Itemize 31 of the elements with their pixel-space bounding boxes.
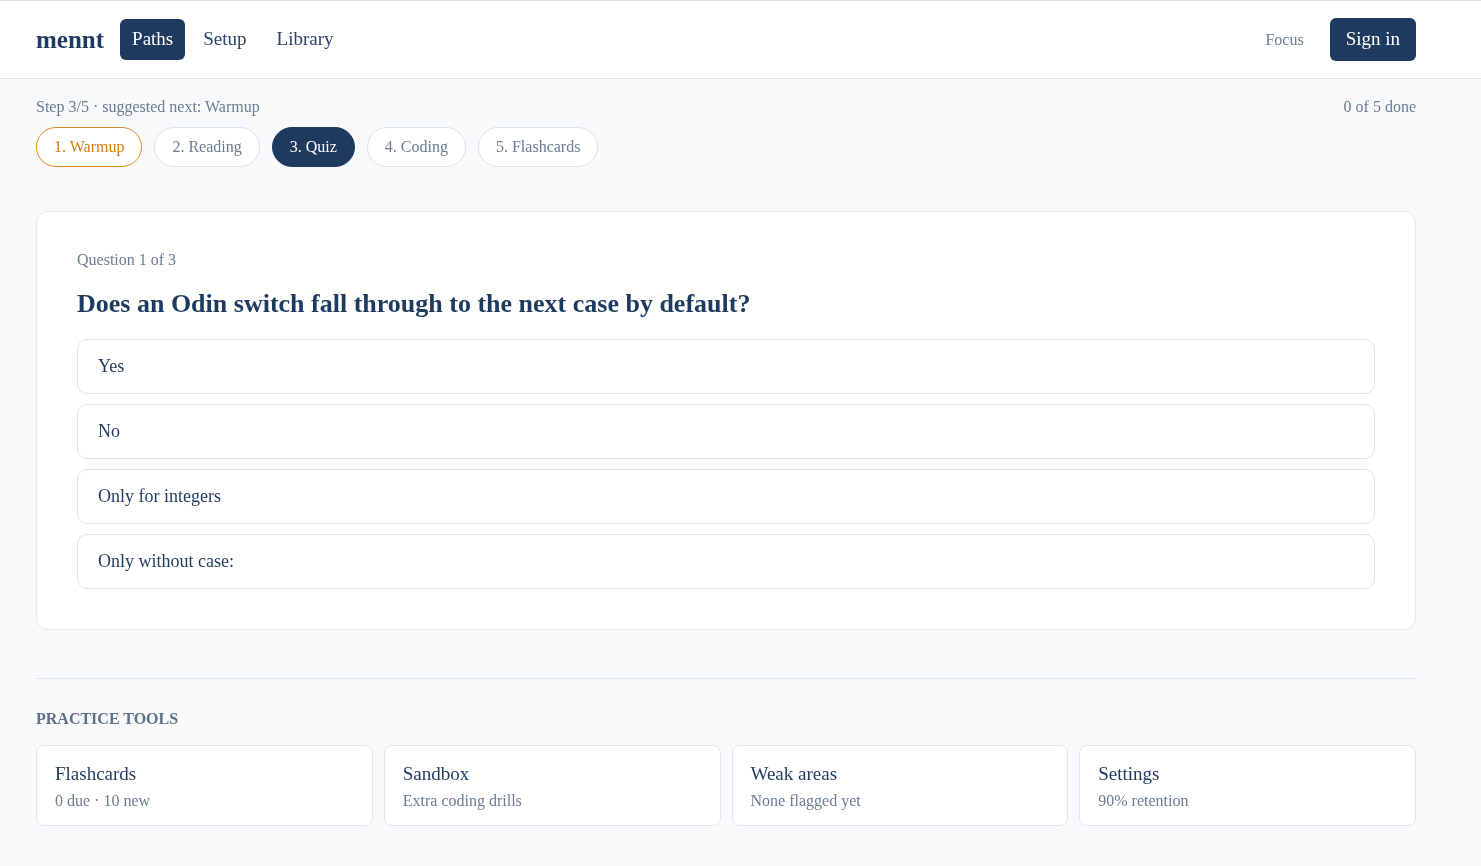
tool-card[interactable]: Flashcards 0 due · 10 new [36, 745, 373, 826]
tool-title: Settings [1098, 762, 1161, 786]
sign-in-button[interactable]: Sign in [1329, 18, 1416, 61]
step-status: Step 3/5 · suggested next: Warmup [36, 97, 260, 118]
question-counter: Question 1 of 3 [77, 250, 178, 270]
step-tab[interactable]: 3. Quiz [271, 127, 355, 167]
tool-subtitle: 0 due · 10 new [55, 790, 152, 811]
answer-option[interactable]: Yes [77, 339, 1375, 394]
tool-card[interactable]: Settings 90% retention [1079, 745, 1416, 826]
question-text: Does an Odin switch fall through to the next case by default? [77, 288, 752, 320]
tool-subtitle: Extra coding drills [402, 790, 523, 812]
tool-subtitle: None flagged yet [750, 790, 862, 812]
nav-link[interactable]: Library [264, 19, 346, 60]
tool-title: Flashcards [55, 762, 138, 786]
answer-option[interactable]: Only without case: [77, 534, 1375, 589]
done-count: 0 of 5 done [1343, 97, 1416, 117]
step-tab[interactable]: 2. Reading [154, 127, 260, 167]
tool-title: Weak areas [750, 762, 839, 786]
nav-link[interactable]: Setup [191, 19, 259, 60]
step-tab[interactable]: 5. Flashcards [477, 127, 599, 167]
focus-link[interactable]: Focus [1259, 26, 1310, 53]
tool-card[interactable]: Sandbox Extra coding drills [383, 745, 721, 826]
tool-subtitle: 90% retention [1098, 790, 1190, 811]
nav-link[interactable]: Paths [120, 19, 186, 60]
answer-option[interactable]: Only for integers [77, 469, 1375, 524]
section-heading: PRACTICE TOOLS [36, 709, 180, 729]
answer-option[interactable]: No [77, 404, 1375, 459]
brand-logo: mennt [36, 24, 105, 55]
step-tab[interactable]: 4. Coding [366, 127, 466, 167]
tool-title: Sandbox [402, 762, 471, 786]
tool-card[interactable]: Weak areas None flagged yet [731, 745, 1069, 826]
